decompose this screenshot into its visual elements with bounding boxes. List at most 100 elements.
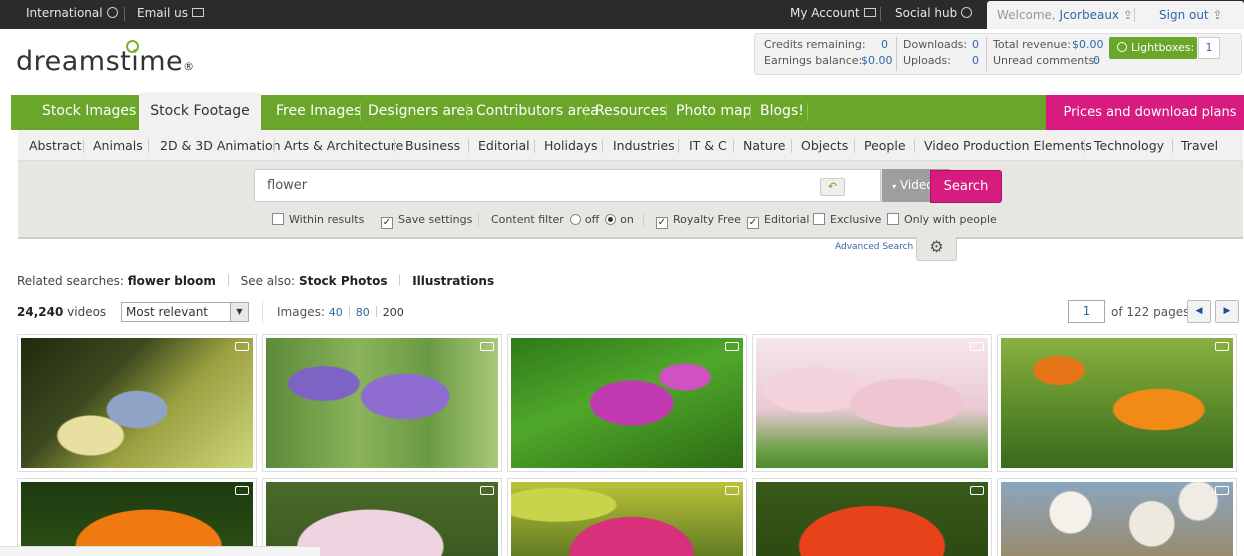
revenue-value[interactable]: $0.00 <box>1072 38 1104 51</box>
tab-resources[interactable]: Resources <box>595 95 667 130</box>
category-holidays[interactable]: Holidays <box>544 138 598 153</box>
category-video-production-elements[interactable]: Video Production Elements <box>924 138 1092 153</box>
thumbnail[interactable] <box>997 334 1237 472</box>
arrow-right-icon: ▶ <box>1223 306 1231 316</box>
earnings-value[interactable]: $0.00 <box>861 54 893 67</box>
divider <box>733 139 734 153</box>
category-technology[interactable]: Technology <box>1094 138 1164 153</box>
sort-value: Most relevant <box>126 305 209 319</box>
prev-page-button[interactable]: ◀ <box>1187 300 1211 323</box>
exclusive-option[interactable]: Exclusive <box>813 213 881 226</box>
per-page-40[interactable]: 40 <box>329 306 343 319</box>
category-nature[interactable]: Nature <box>743 138 785 153</box>
tab-photo-map[interactable]: Photo map <box>676 95 752 130</box>
sign-out-link[interactable]: Sign out ⇪ <box>1159 8 1223 22</box>
page-number-input[interactable]: 1 <box>1068 300 1105 323</box>
category-people[interactable]: People <box>864 138 906 153</box>
divider <box>666 103 667 121</box>
prices-button[interactable]: Prices and download plans <box>1046 95 1244 130</box>
category-travel[interactable]: Travel <box>1181 138 1218 153</box>
only-people-option[interactable]: Only with people <box>887 213 997 226</box>
save-settings-label: Save settings <box>398 213 473 226</box>
lightboxes-button[interactable]: Lightboxes: <box>1109 37 1197 59</box>
tab-blogs[interactable]: Blogs! <box>760 95 804 130</box>
tab-contributors-area[interactable]: Contributors area <box>476 95 599 130</box>
tab-free-images[interactable]: Free Images <box>276 95 361 130</box>
related-term-link[interactable]: flower bloom <box>128 274 216 288</box>
video-camera-icon <box>480 486 494 495</box>
comments-value[interactable]: 0 <box>1093 54 1100 67</box>
uploads-value[interactable]: 0 <box>972 54 979 67</box>
thumbnail[interactable] <box>507 334 747 472</box>
divider <box>534 139 535 153</box>
downloads-label: Downloads: <box>903 38 968 51</box>
tab-designers-area[interactable]: Designers area <box>368 95 474 130</box>
status-overlay <box>0 546 320 556</box>
video-camera-icon <box>725 342 739 351</box>
video-preview-purple-flower <box>511 338 743 468</box>
credits-value[interactable]: 0 <box>881 38 888 51</box>
per-page-80[interactable]: 80 <box>356 306 370 319</box>
search-settings-button[interactable]: ⚙ <box>916 237 957 261</box>
filter-on-radio[interactable] <box>605 214 617 225</box>
within-results-option[interactable]: Within results <box>272 213 364 226</box>
user-icon: ⇪ <box>1122 8 1133 22</box>
royalty-free-option[interactable]: ✓ Royalty Free <box>656 213 741 229</box>
category-arts-architecture[interactable]: Arts & Architecture <box>284 138 403 153</box>
thumbnail[interactable] <box>17 334 257 472</box>
exclusive-checkbox[interactable] <box>813 213 825 225</box>
save-settings-checkbox[interactable]: ✓ <box>381 217 393 229</box>
thumbnail[interactable] <box>17 478 257 556</box>
divider <box>394 139 395 153</box>
thumbnail[interactable] <box>752 334 992 472</box>
stock-photos-link[interactable]: Stock Photos <box>299 274 388 288</box>
lightboxes-label: Lightboxes: <box>1131 41 1195 54</box>
video-preview-lavender-bee <box>266 338 498 468</box>
thumbnail[interactable] <box>262 478 502 556</box>
editorial-option[interactable]: ✓ Editorial <box>747 213 809 229</box>
tab-stock-footage[interactable]: Stock Footage <box>139 92 261 130</box>
divider <box>1084 139 1085 153</box>
illustrations-link[interactable]: Illustrations <box>412 274 494 288</box>
category-2d-3d-animation[interactable]: 2D & 3D Animation <box>160 138 281 153</box>
video-preview-pink-zinnia <box>511 482 743 556</box>
category-abstract[interactable]: Abstract <box>29 138 81 153</box>
international-link[interactable]: International <box>26 0 118 29</box>
search-button[interactable]: Search <box>930 170 1002 203</box>
thumbnail[interactable] <box>997 478 1237 556</box>
filter-on-label: on <box>620 213 634 226</box>
next-page-button[interactable]: ▶ <box>1215 300 1239 323</box>
editorial-label: Editorial <box>764 213 810 226</box>
save-settings-option[interactable]: ✓ Save settings <box>381 213 472 229</box>
category-animals[interactable]: Animals <box>93 138 143 153</box>
only-people-checkbox[interactable] <box>887 213 899 225</box>
lightboxes-count[interactable]: 1 <box>1198 37 1220 59</box>
logo[interactable]: dreamstime® <box>16 46 195 77</box>
search-input[interactable]: flower <box>254 169 881 202</box>
social-hub-link[interactable]: Social hub <box>895 0 973 29</box>
advanced-search-link[interactable]: Advanced Search <box>835 242 913 252</box>
category-objects[interactable]: Objects <box>801 138 848 153</box>
filter-off-radio[interactable] <box>569 214 581 225</box>
video-camera-icon <box>480 342 494 351</box>
thumbnail[interactable] <box>752 478 992 556</box>
category-business[interactable]: Business <box>405 138 460 153</box>
divider <box>148 139 149 153</box>
editorial-checkbox[interactable]: ✓ <box>747 217 759 229</box>
undo-search-button[interactable]: ↶ <box>820 178 845 196</box>
category-industries[interactable]: Industries <box>613 138 675 153</box>
downloads-value[interactable]: 0 <box>972 38 979 51</box>
username-link[interactable]: Jcorbeaux <box>1060 8 1119 22</box>
tab-stock-images[interactable]: Stock Images <box>42 95 136 130</box>
sort-select[interactable]: Most relevant ▼ <box>121 302 249 322</box>
content-filter-option: Content filter off on <box>491 213 634 226</box>
email-us-link[interactable]: Email us <box>137 0 204 29</box>
within-results-checkbox[interactable] <box>272 213 284 225</box>
thumbnail[interactable] <box>507 478 747 556</box>
category-editorial[interactable]: Editorial <box>478 138 530 153</box>
thumbnail[interactable] <box>262 334 502 472</box>
royalty-free-checkbox[interactable]: ✓ <box>656 217 668 229</box>
my-account-link[interactable]: My Account <box>790 0 876 29</box>
category-it-c[interactable]: IT & C <box>689 138 727 153</box>
per-page-200[interactable]: 200 <box>383 306 404 319</box>
